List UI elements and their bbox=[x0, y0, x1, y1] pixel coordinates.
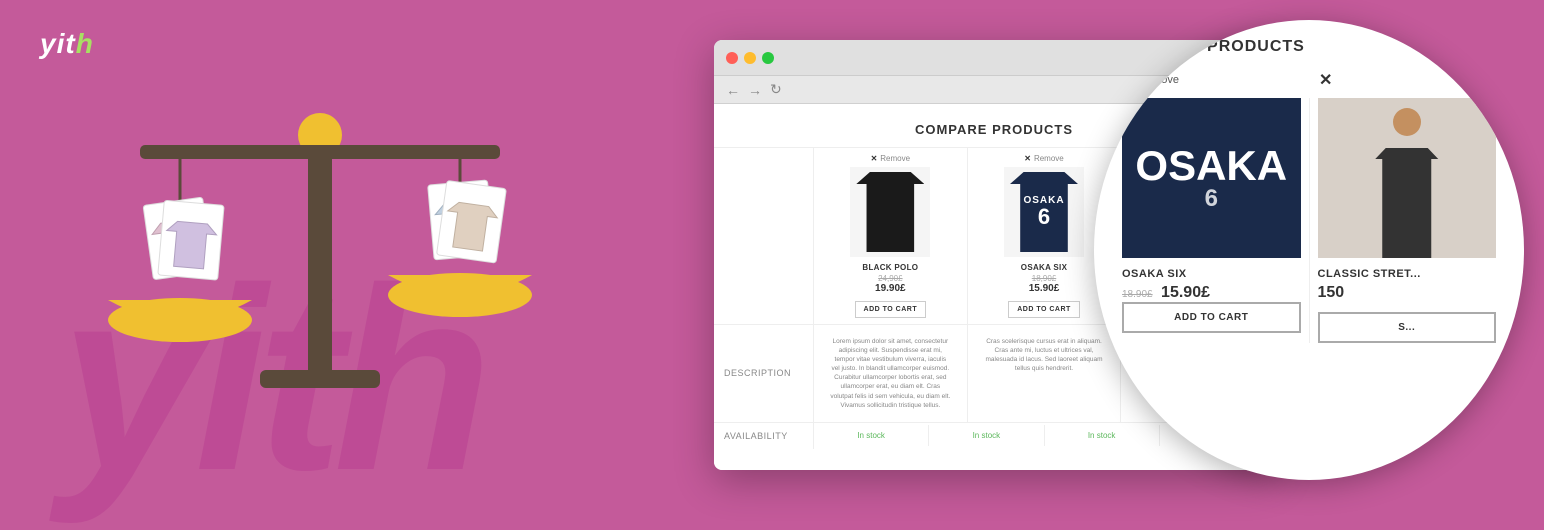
product-old-price-1: 24,90£ bbox=[822, 274, 959, 283]
compare-product-col-1: ✕ Remove BLACK POLO 24,90£ 19.90£ ADD TO… bbox=[814, 148, 968, 324]
logo-accent: h bbox=[76, 28, 94, 59]
product-image-2: OSAKA 6 bbox=[1004, 167, 1084, 257]
remove-x-2: ✕ bbox=[1024, 154, 1031, 163]
zoom-product-osaka: OSAKA6 OSAKA SIX 18.90£ 15.90£ ADD TO CA… bbox=[1114, 98, 1310, 343]
zoom-price-classic: 150 bbox=[1318, 284, 1497, 302]
browser-dot-green[interactable] bbox=[762, 52, 774, 64]
remove-x-1: ✕ bbox=[871, 154, 878, 163]
zoom-content: COMPARE PRODUCTS ✕ Remove ✕ OSAKA6 bbox=[1094, 20, 1524, 480]
browser-refresh-button[interactable]: ↻ bbox=[770, 81, 782, 98]
description-col-1: Lorem ipsum dolor sit amet, consectetur … bbox=[814, 325, 968, 422]
add-to-cart-button-1[interactable]: ADD TO CART bbox=[855, 301, 927, 318]
add-to-cart-button-2[interactable]: ADD TO CART bbox=[1008, 301, 1080, 318]
product-image-1 bbox=[850, 167, 930, 257]
zoom-classic-person bbox=[1318, 98, 1497, 258]
shirt-osaka-icon: OSAKA 6 bbox=[1010, 172, 1078, 252]
remove-button-2[interactable]: ✕ Remove bbox=[976, 154, 1113, 163]
zoom-price-osaka: 15.90£ bbox=[1161, 284, 1210, 301]
description-label: DESCRIPTION bbox=[714, 325, 814, 422]
remove-button-1[interactable]: ✕ Remove bbox=[822, 154, 959, 163]
scale-illustration bbox=[80, 60, 580, 460]
zoom-remove-row: ✕ Remove ✕ bbox=[1114, 70, 1504, 90]
product-name-1: BLACK POLO bbox=[822, 263, 959, 272]
zoom-old-price-osaka: 18.90£ bbox=[1122, 289, 1153, 300]
product-price-1: 19.90£ bbox=[822, 283, 959, 294]
zoom-circle: COMPARE PRODUCTS ✕ Remove ✕ OSAKA6 bbox=[1094, 20, 1524, 480]
zoom-close-x-2: ✕ bbox=[1319, 70, 1332, 90]
zoom-classic-image bbox=[1318, 98, 1497, 258]
description-text-1: Lorem ipsum dolor sit amet, consectetur … bbox=[822, 331, 959, 416]
zoom-price-row-osaka: 18.90£ 15.90£ bbox=[1122, 284, 1301, 302]
availability-2: In stock bbox=[929, 425, 1044, 446]
description-col-2: Cras scelerisque cursus erat in aliquam.… bbox=[968, 325, 1122, 422]
zoom-remove-button-2[interactable]: ✕ bbox=[1309, 70, 1504, 90]
product-old-price-2: 18,90£ bbox=[976, 274, 1113, 283]
description-text-2: Cras scelerisque cursus erat in aliquam.… bbox=[976, 331, 1113, 379]
browser-back-button[interactable]: ← bbox=[726, 82, 740, 98]
zoom-product-name-osaka: OSAKA SIX bbox=[1122, 268, 1301, 280]
product-name-2: OSAKA SIX bbox=[976, 263, 1113, 272]
yith-logo: yith bbox=[40, 28, 94, 60]
availability-label: AVAILABILITY bbox=[714, 423, 814, 449]
zoom-osaka-image: OSAKA6 bbox=[1122, 98, 1301, 258]
availability-3: In stock bbox=[1045, 425, 1160, 446]
browser-dot-yellow[interactable] bbox=[744, 52, 756, 64]
compare-label-col-empty bbox=[714, 148, 814, 324]
zoom-add-cart-button[interactable]: ADD TO CART bbox=[1122, 302, 1301, 333]
scale-svg bbox=[80, 60, 560, 440]
product-price-2: 15.90£ bbox=[976, 283, 1113, 294]
browser-dot-red[interactable] bbox=[726, 52, 738, 64]
browser-forward-button[interactable]: → bbox=[748, 82, 762, 98]
zoom-products-row: OSAKA6 OSAKA SIX 18.90£ 15.90£ ADD TO CA… bbox=[1114, 98, 1504, 343]
availability-1: In stock bbox=[814, 425, 929, 446]
zoom-osaka-text: OSAKA6 bbox=[1135, 145, 1287, 211]
zoom-product-name-classic: CLASSIC STRET... bbox=[1318, 268, 1497, 280]
remove-label-1: Remove bbox=[880, 154, 910, 163]
shirt-black-icon bbox=[856, 172, 924, 252]
zoom-set-options-button[interactable]: S... bbox=[1318, 312, 1497, 343]
remove-label-2: Remove bbox=[1034, 154, 1064, 163]
zoom-product-classic: CLASSIC STRET... 150 S... bbox=[1310, 98, 1505, 343]
